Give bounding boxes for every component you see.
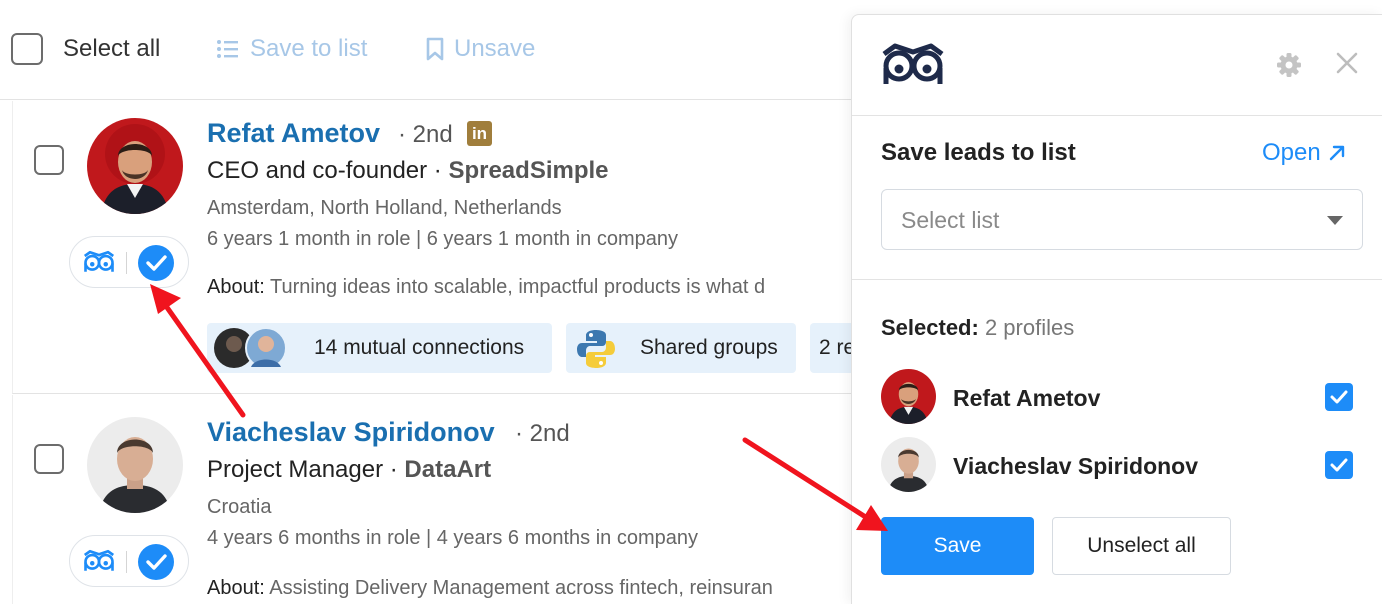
lead-name-link[interactable]: Viacheslav Spiridonov <box>207 417 495 448</box>
lead-position: Project Manager · <box>207 456 405 483</box>
select-placeholder: Select list <box>901 207 1000 233</box>
lead-location: Amsterdam, North Holland, Netherlands <box>207 197 562 219</box>
close-icon[interactable] <box>1333 49 1361 77</box>
owl-logo-icon <box>83 250 115 272</box>
python-icon <box>577 330 615 368</box>
avatar[interactable] <box>87 417 183 513</box>
divider <box>852 279 1382 280</box>
lead-about: About: Turning ideas into scalable, impa… <box>207 276 853 299</box>
results-toolbar: Select all Save to list Unsave <box>0 0 860 100</box>
owl-logo-icon <box>83 549 115 571</box>
lead-checkbox[interactable] <box>34 145 64 175</box>
saved-check-icon[interactable] <box>138 245 174 281</box>
owl-logo-icon <box>882 43 944 84</box>
lead-company[interactable]: DataArt <box>404 456 491 483</box>
chip-label: Shared groups <box>640 336 778 359</box>
save-button[interactable]: Save <box>881 517 1034 575</box>
lead-position: CEO and co-founder · <box>207 157 449 184</box>
lead-tenure: 4 years 6 months in role | 4 years 6 mon… <box>207 527 698 549</box>
lead-name-link[interactable]: Refat Ametov <box>207 118 380 149</box>
lead-about: About: Assisting Delivery Management acr… <box>207 577 853 600</box>
lead-title: CEO and co-founder · SpreadSimple <box>207 157 609 185</box>
selected-profile-name: Refat Ametov <box>953 385 1101 411</box>
unsave-label: Unsave <box>454 35 536 62</box>
panel-heading: Save leads to list <box>881 139 1076 166</box>
lead-card: Refat Ametov · 2nd in CEO and co-founder… <box>12 101 861 394</box>
selected-count: 2 profiles <box>984 315 1075 340</box>
lead-tenure: 6 years 1 month in role | 6 years 1 mont… <box>207 228 678 250</box>
selected-label: Selected: <box>881 315 979 340</box>
divider <box>852 115 1382 116</box>
save-leads-panel: Save leads to list Open Select list Sele… <box>851 14 1382 604</box>
unsave-button[interactable]: Unsave <box>426 35 535 63</box>
lead-status-pill[interactable] <box>69 236 189 288</box>
profile-checkbox[interactable] <box>1325 451 1353 479</box>
gear-icon[interactable] <box>1276 52 1302 78</box>
save-to-list-label: Save to list <box>250 35 368 62</box>
chip-label: 14 mutual connections <box>314 336 525 359</box>
bookmark-icon <box>426 37 444 61</box>
lead-card: Viacheslav Spiridonov · 2nd Project Mana… <box>12 395 860 604</box>
avatar[interactable] <box>87 118 183 214</box>
linkedin-icon[interactable]: in <box>467 121 492 146</box>
list-icon <box>217 40 238 58</box>
unselect-all-button[interactable]: Unselect all <box>1052 517 1231 575</box>
select-all-label[interactable]: Select all <box>63 35 160 63</box>
chip-label: 2 re <box>819 336 856 359</box>
profile-checkbox[interactable] <box>1325 383 1353 411</box>
lead-checkbox[interactable] <box>34 444 64 474</box>
avatar <box>881 369 936 424</box>
open-label: Open <box>1262 139 1321 166</box>
mutual-avatars <box>214 327 287 369</box>
external-link-icon <box>1329 145 1344 161</box>
avatar <box>881 437 936 492</box>
save-to-list-button[interactable]: Save to list <box>216 35 367 63</box>
lead-title: Project Manager · DataArt <box>207 456 491 484</box>
lead-status-pill[interactable] <box>69 535 189 587</box>
about-label: About: <box>207 276 265 298</box>
about-label: About: <box>207 577 265 599</box>
list-select[interactable]: Select list <box>881 189 1363 250</box>
caret-down-icon <box>1327 216 1343 225</box>
select-all-checkbox[interactable] <box>11 33 43 65</box>
open-list-link[interactable]: Open <box>1262 139 1347 167</box>
connection-degree: · 2nd <box>515 420 570 447</box>
mutual-connections-chip[interactable]: 14 mutual connections <box>207 323 552 373</box>
selected-profile-name: Viacheslav Spiridonov <box>953 453 1199 479</box>
selected-summary: Selected: 2 profiles <box>881 315 1074 341</box>
divider <box>126 252 127 274</box>
about-text: Assisting Delivery Management across fin… <box>269 577 773 599</box>
lead-company[interactable]: SpreadSimple <box>448 157 608 184</box>
saved-check-icon[interactable] <box>138 544 174 580</box>
connection-degree: · 2nd <box>398 121 453 148</box>
lead-location: Croatia <box>207 496 272 518</box>
about-text: Turning ideas into scalable, impactful p… <box>270 276 766 298</box>
divider <box>126 551 127 573</box>
shared-groups-chip[interactable]: Shared groups <box>566 323 796 373</box>
